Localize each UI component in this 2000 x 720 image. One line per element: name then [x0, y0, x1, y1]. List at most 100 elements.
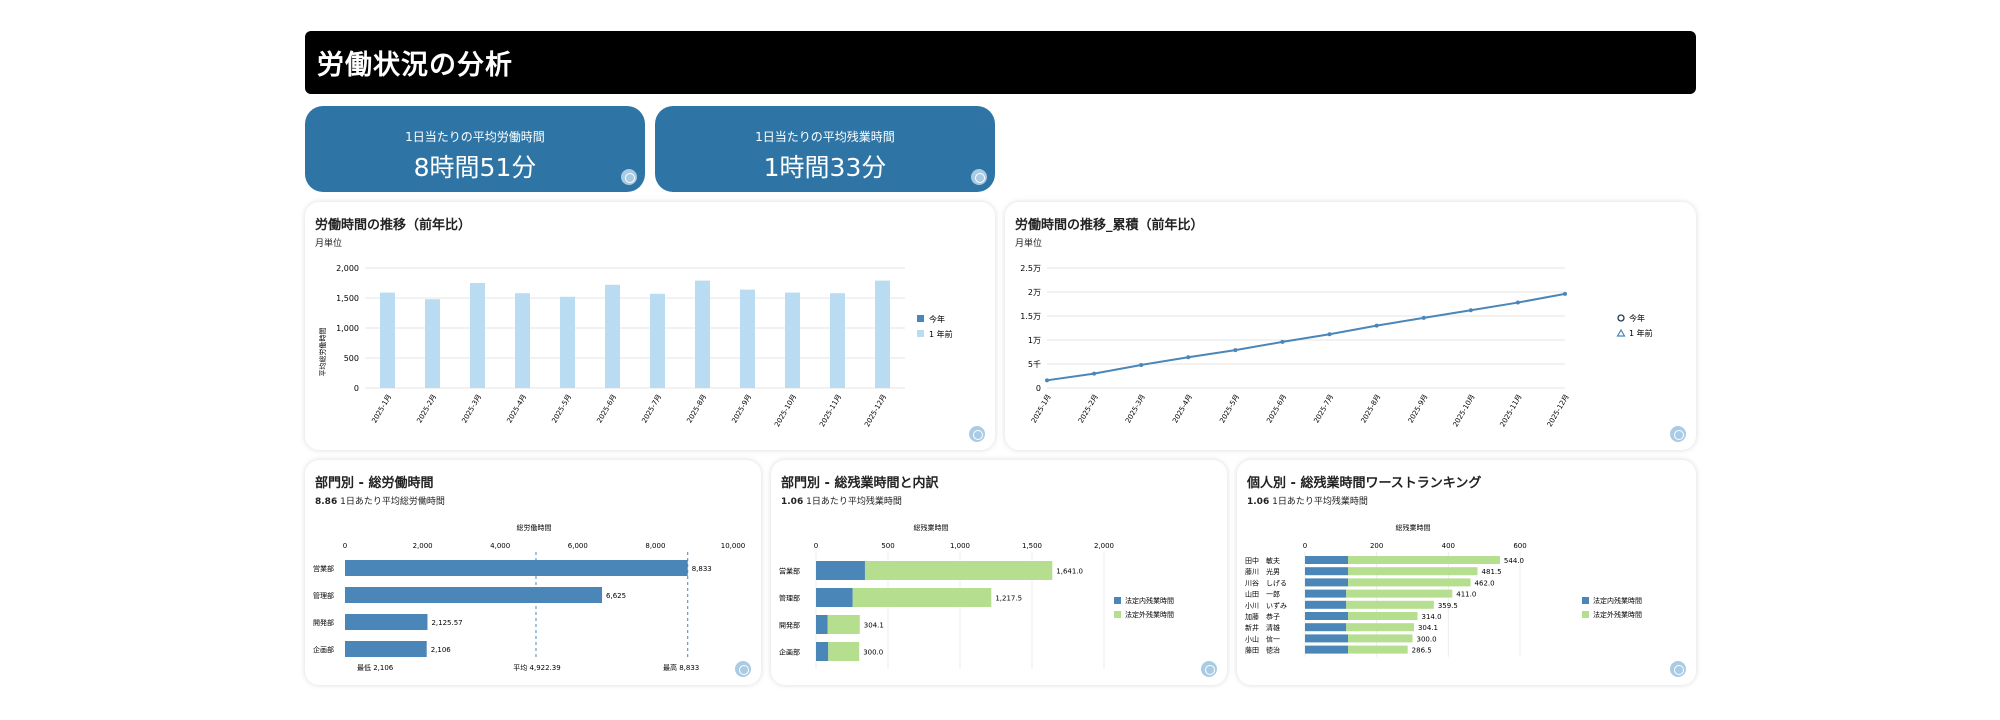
bar-non-statutory[interactable]	[828, 642, 860, 661]
x-tick-label: 500	[881, 542, 894, 550]
bar[interactable]	[650, 293, 665, 388]
data-point[interactable]	[1233, 348, 1238, 353]
kpi-value: 1時間33分	[763, 153, 887, 182]
bar[interactable]	[695, 280, 710, 388]
data-point[interactable]	[1045, 378, 1049, 383]
bar-statutory[interactable]	[816, 588, 853, 607]
bar-statutory[interactable]	[1305, 589, 1347, 598]
x-tick-label: 2025-8月	[685, 393, 708, 425]
x-tick-label: 10,000	[721, 542, 746, 550]
bar-non-statutory[interactable]	[852, 588, 992, 607]
bar-non-statutory[interactable]	[1348, 645, 1408, 654]
card-menu-icon[interactable]	[1670, 661, 1686, 677]
data-point[interactable]	[1139, 362, 1144, 367]
x-tick-label: 2025-9月	[1407, 393, 1430, 425]
bar[interactable]	[380, 292, 395, 388]
card-menu-icon[interactable]	[969, 426, 985, 442]
data-point[interactable]	[1374, 323, 1379, 328]
bar[interactable]	[785, 292, 800, 388]
bar[interactable]	[470, 283, 485, 388]
legend-swatch-non-statutory	[1114, 611, 1121, 618]
x-tick-label: 2025-1月	[1030, 393, 1053, 425]
bar-non-statutory[interactable]	[1348, 634, 1413, 643]
data-point[interactable]	[1092, 371, 1097, 376]
avg-annotation: 平均 4,922.39	[513, 663, 560, 672]
data-point[interactable]	[1563, 291, 1567, 296]
x-tick-label: 2025-10月	[1451, 393, 1476, 428]
kpi-menu-icon[interactable]	[621, 169, 637, 185]
total-label: 1,641.0	[1056, 568, 1083, 576]
card-menu-icon[interactable]	[1670, 426, 1686, 442]
x-tick-label: 400	[1442, 542, 1455, 550]
bar[interactable]	[515, 293, 530, 388]
series-line-current	[1046, 292, 1566, 382]
y-tick-label: 1.5万	[1020, 312, 1041, 321]
category-label: 新井 清雄	[1245, 623, 1280, 632]
kpi-menu-icon[interactable]	[971, 169, 987, 185]
legend-label-statutory: 法定内残業時間	[1593, 596, 1642, 605]
legend-swatch-current	[917, 315, 924, 322]
kpi-avg-overtime[interactable]: 1日当たりの平均残業時間 1時間33分	[655, 106, 995, 192]
data-point[interactable]	[1186, 355, 1191, 360]
data-point[interactable]	[1280, 339, 1285, 344]
bar-statutory[interactable]	[1305, 634, 1348, 643]
card-menu-icon[interactable]	[735, 661, 751, 677]
bar-non-statutory[interactable]	[1348, 567, 1478, 576]
legend-marker-current	[1617, 314, 1625, 322]
bar[interactable]	[345, 614, 428, 630]
axis-title: 総残業時間	[1396, 523, 1431, 532]
axis-title: 総労働時間	[517, 523, 552, 532]
x-tick-label: 2025-11月	[1499, 393, 1524, 428]
bar[interactable]	[345, 560, 688, 576]
total-label: 300.0	[1417, 635, 1437, 643]
y-tick-label: 2.5万	[1020, 264, 1041, 273]
bar-statutory[interactable]	[816, 615, 828, 634]
x-tick-label: 0	[343, 542, 347, 550]
bar-statutory[interactable]	[1305, 612, 1348, 620]
legend-label-non-statutory: 法定外残業時間	[1125, 610, 1174, 619]
data-point[interactable]	[1421, 315, 1426, 320]
bar-non-statutory[interactable]	[1346, 600, 1434, 609]
bar-statutory[interactable]	[1305, 556, 1348, 564]
bar-statutory[interactable]	[1305, 567, 1348, 576]
legend-swatch-prev	[917, 330, 924, 337]
category-label: 藤川 光男	[1245, 567, 1280, 576]
bar-statutory[interactable]	[1305, 600, 1347, 609]
y-tick-label: 5千	[1028, 359, 1041, 369]
bar-non-statutory[interactable]	[827, 615, 860, 634]
bar[interactable]	[740, 289, 755, 388]
data-point[interactable]	[1468, 308, 1473, 313]
x-tick-label: 2025-6月	[595, 393, 618, 425]
bar-statutory[interactable]	[1305, 645, 1348, 654]
min-annotation: 最低 2,106	[357, 663, 394, 672]
bar[interactable]	[345, 641, 427, 657]
value-label: 8,833	[692, 565, 712, 573]
category-label: 山田 一郎	[1245, 590, 1280, 599]
bar-non-statutory[interactable]	[1348, 612, 1418, 620]
bar[interactable]	[345, 587, 603, 603]
bar-statutory[interactable]	[1305, 623, 1347, 632]
bar[interactable]	[830, 293, 845, 388]
x-tick-label: 0	[1303, 542, 1307, 550]
bar[interactable]	[605, 284, 620, 388]
data-point[interactable]	[1515, 300, 1520, 305]
bar[interactable]	[560, 296, 575, 388]
kpi-label: 1日当たりの平均労働時間	[405, 130, 545, 144]
bar-non-statutory[interactable]	[1348, 578, 1471, 587]
bar-statutory[interactable]	[816, 561, 865, 580]
bar-non-statutory[interactable]	[1346, 589, 1453, 598]
data-point[interactable]	[1327, 332, 1332, 337]
kpi-avg-working-time[interactable]: 1日当たりの平均労働時間 8時間51分	[305, 106, 645, 192]
bar[interactable]	[425, 299, 440, 388]
bar-non-statutory[interactable]	[864, 561, 1053, 580]
category-label: 開発部	[779, 621, 800, 630]
bar-non-statutory[interactable]	[1346, 623, 1414, 632]
x-tick-label: 2025-3月	[460, 393, 483, 425]
card-menu-icon[interactable]	[1201, 661, 1217, 677]
legend-swatch-statutory	[1582, 597, 1589, 604]
bar-statutory[interactable]	[1305, 578, 1348, 587]
x-tick-label: 2025-4月	[505, 393, 528, 425]
bar-non-statutory[interactable]	[1348, 556, 1500, 564]
bar-statutory[interactable]	[816, 642, 829, 661]
bar[interactable]	[875, 280, 890, 388]
